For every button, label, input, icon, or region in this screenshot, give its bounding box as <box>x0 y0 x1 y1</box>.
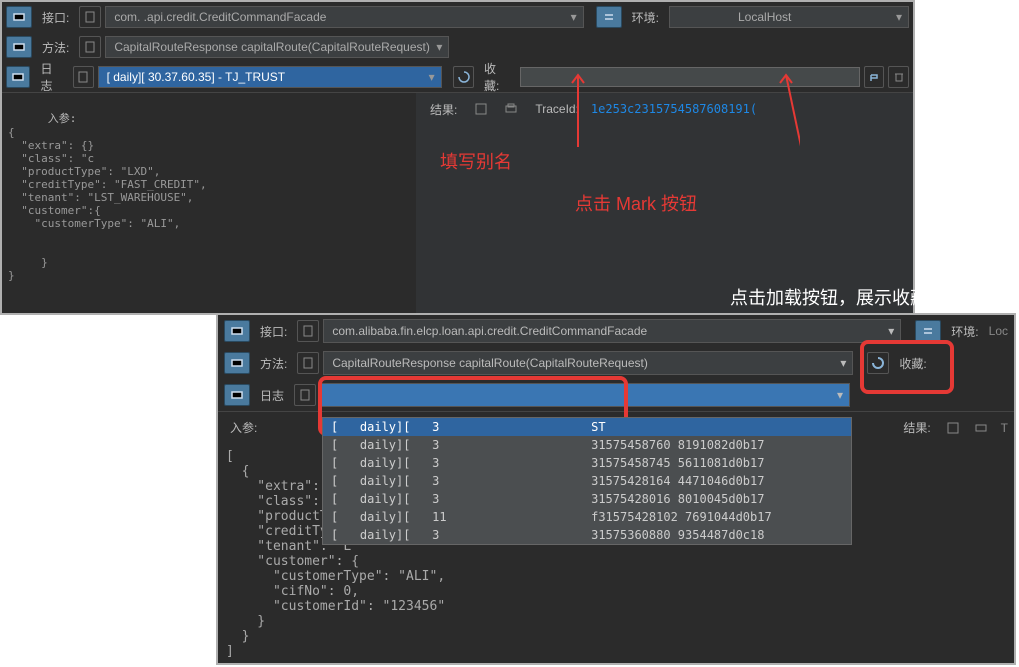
list-item[interactable]: [ daily][ 3 31575458745 5611081d0b17 <box>323 454 851 472</box>
fav-list: [ daily][ 3 ST [ daily][ 3 31575458760 8… <box>322 417 852 545</box>
p2-row-interface: 接口: com.alibaba.fin.elcp.loan.api.credit… <box>218 315 1014 347</box>
label-fav: 收藏: <box>478 60 516 94</box>
result-bar: 结果: TraceId: 1e253c2315754587608191( <box>416 93 913 125</box>
p2-log-dropdown[interactable] <box>320 383 850 407</box>
list-item[interactable]: [ daily][ 3 31575360880 9354487d0c18 <box>323 526 851 544</box>
annotation-mark: 点击 Mark 按钮 <box>575 190 697 216</box>
p2-env-icon[interactable] <box>915 320 941 342</box>
env-dropdown[interactable]: LocalHost <box>669 6 909 28</box>
method-dropdown[interactable]: CapitalRouteResponse capitalRoute(Capita… <box>105 36 449 58</box>
method-icon[interactable] <box>6 36 32 58</box>
p2-interface-icon[interactable] <box>224 320 250 342</box>
arrow-2 <box>770 73 800 193</box>
row-method: 方法: CapitalRouteResponse capitalRoute(Ca… <box>2 32 913 62</box>
print-icon[interactable] <box>499 97 523 121</box>
p2-method-icon[interactable] <box>224 352 250 374</box>
interface-icon[interactable] <box>6 6 32 28</box>
save-icon[interactable] <box>469 97 493 121</box>
p2-label-env: 环境: <box>945 323 984 340</box>
refresh-icon[interactable] <box>453 66 474 88</box>
p2-label-log: 日志 <box>254 387 290 404</box>
log-dropdown[interactable]: [ daily][ 30.37.60.35] - TJ_TRUST <box>98 66 442 88</box>
list-item[interactable]: [ daily][ 11 f31575428102 7691044d0b17 <box>323 508 851 526</box>
p2-label-method: 方法: <box>254 355 293 372</box>
list-item[interactable]: [ daily][ 3 31575428164 4471046d0b17 <box>323 472 851 490</box>
method-file-icon[interactable] <box>79 36 101 58</box>
label-input: 入参: <box>48 112 77 125</box>
method-value: CapitalRouteResponse capitalRoute(Capita… <box>114 40 430 54</box>
p2-int-file-icon[interactable] <box>297 320 319 342</box>
p2-print-icon[interactable] <box>969 416 993 440</box>
interface-value: com. .api.credit.CreditCommandFacade <box>114 10 326 24</box>
p2-label-fav: 收藏: <box>893 355 932 372</box>
list-item[interactable]: [ daily][ 3 31575458760 8191082d0b17 <box>323 436 851 454</box>
p2-label-result: 结果: <box>897 419 936 436</box>
log-file-icon[interactable] <box>73 66 94 88</box>
p2-log-icon[interactable] <box>224 384 250 406</box>
env-value: LocalHost <box>738 10 791 24</box>
label-result: 结果: <box>424 101 463 118</box>
p2-row-log: 日志 <box>218 379 1014 411</box>
env-icon[interactable] <box>596 6 622 28</box>
log-value: [ daily][ 30.37.60.35] - TJ_TRUST <box>107 70 286 84</box>
p2-log-file-icon[interactable] <box>294 384 316 406</box>
p2-method-value: CapitalRouteResponse capitalRoute(Capita… <box>332 356 648 370</box>
p2-label-interface: 接口: <box>254 323 293 340</box>
p2-interface-dropdown[interactable]: com.alibaba.fin.elcp.loan.api.credit.Cre… <box>323 319 901 343</box>
label-interface: 接口: <box>36 9 75 26</box>
p2-load-button[interactable] <box>867 352 889 374</box>
arrow-1 <box>562 73 592 151</box>
panel-bottom: 接口: com.alibaba.fin.elcp.loan.api.credit… <box>216 313 1016 665</box>
p2-save-icon[interactable] <box>941 416 965 440</box>
label-env: 环境: <box>626 9 665 26</box>
p2-label-input: 入参: <box>224 419 263 436</box>
annotation-load: 点击加载按钮，展示收藏列表 <box>730 284 964 310</box>
code-top: { "extra": {} "class": "c "productType":… <box>8 126 207 282</box>
input-area[interactable]: 入参: { "extra": {} "class": "c "productTy… <box>2 93 416 313</box>
p2-method-dropdown[interactable]: CapitalRouteResponse capitalRoute(Capita… <box>323 351 853 375</box>
p2-method-file-icon[interactable] <box>297 352 319 374</box>
log-icon[interactable] <box>6 66 30 88</box>
label-log: 日志 <box>34 60 68 94</box>
mark-button[interactable] <box>864 66 885 88</box>
traceid-link[interactable]: 1e253c2315754587608191( <box>591 102 757 116</box>
delete-icon[interactable] <box>888 66 909 88</box>
annotation-alias: 填写别名 <box>440 148 512 174</box>
list-item[interactable]: [ daily][ 3 31575428016 8010045d0b17 <box>323 490 851 508</box>
interface-file-icon[interactable] <box>79 6 101 28</box>
interface-dropdown[interactable]: com. .api.credit.CreditCommandFacade <box>105 6 583 28</box>
label-method: 方法: <box>36 39 75 56</box>
row-interface: 接口: com. .api.credit.CreditCommandFacade… <box>2 2 913 32</box>
p2-interface-value: com.alibaba.fin.elcp.loan.api.credit.Cre… <box>332 324 647 338</box>
p2-row-method: 方法: CapitalRouteResponse capitalRoute(Ca… <box>218 347 1014 379</box>
list-item[interactable]: [ daily][ 3 ST <box>323 418 851 436</box>
